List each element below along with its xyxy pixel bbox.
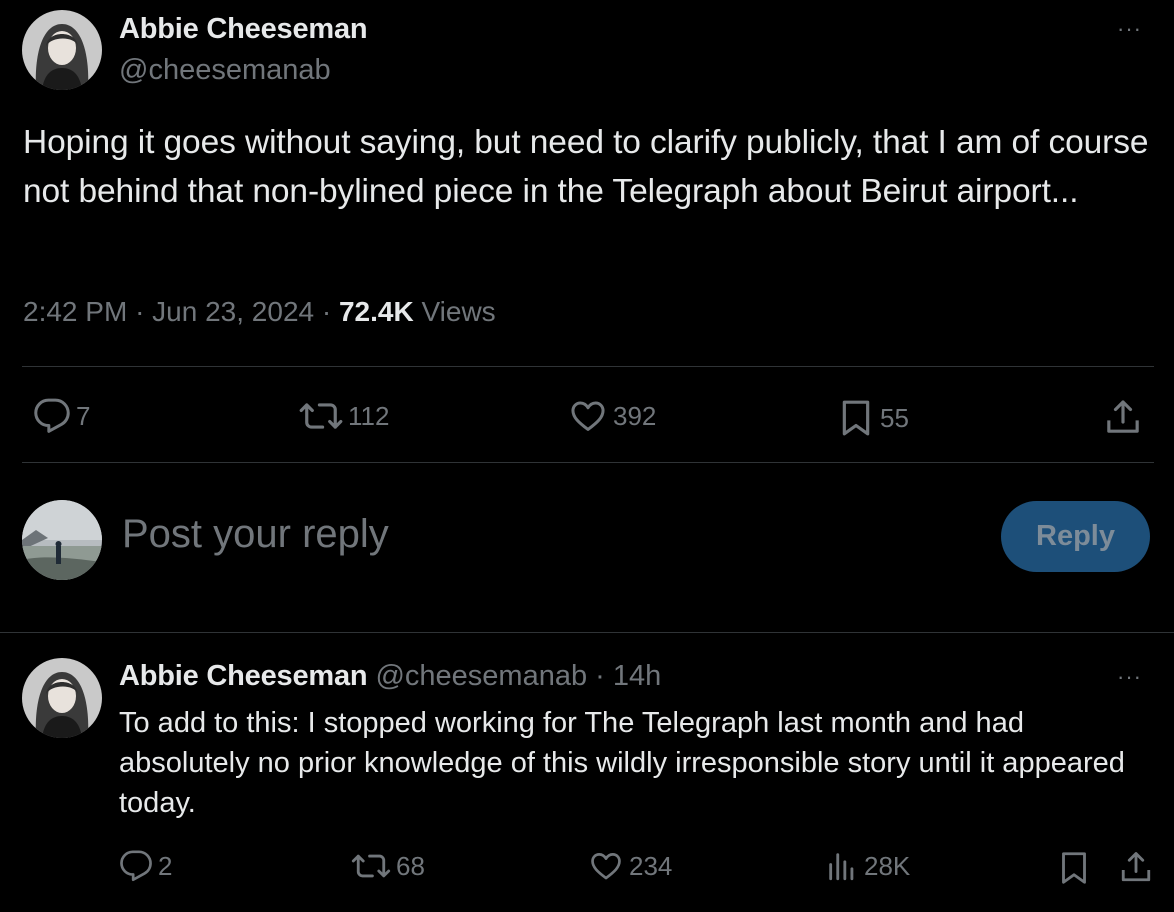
views-label: Views (421, 296, 496, 327)
share-upload-icon (1107, 400, 1139, 433)
bookmark-count: 55 (880, 402, 909, 433)
reply-author-name[interactable]: Abbie Cheeseman (119, 660, 368, 692)
reply-share-button[interactable] (1118, 849, 1154, 885)
reply-count: 7 (76, 400, 91, 431)
author-avatar[interactable] (22, 10, 102, 90)
share-button[interactable] (1103, 397, 1143, 437)
divider (22, 366, 1154, 367)
tweet-date[interactable]: Jun 23, 2024 (152, 296, 314, 327)
reply-repost-button[interactable]: 68 (350, 849, 425, 883)
reply-reply-button[interactable]: 2 (118, 849, 172, 883)
reply-button[interactable]: 7 (32, 397, 90, 435)
meta-separator: · (135, 296, 145, 327)
user-avatar[interactable] (22, 500, 102, 580)
bookmark-button[interactable]: 55 (836, 397, 909, 439)
more-dots-icon[interactable]: ··· (1117, 16, 1142, 42)
reply-submit-button[interactable]: Reply (1001, 501, 1150, 572)
divider (0, 632, 1174, 633)
reply-header: Abbie Cheeseman @cheesemanab · 14h (119, 660, 661, 693)
repost-button[interactable]: 112 (298, 397, 389, 435)
reply-tweet-text: To add to this: I stopped working for Th… (119, 707, 1125, 819)
reply-repost-count: 68 (396, 850, 425, 881)
tweet-text: Hoping it goes without saying, but need … (23, 124, 1149, 210)
reply-bookmark-button[interactable] (1056, 849, 1092, 887)
reply-separator: · (595, 660, 605, 692)
like-count: 392 (613, 400, 657, 431)
views-count: 72.4K (338, 296, 414, 327)
author-name[interactable]: Abbie Cheeseman (119, 13, 368, 46)
share-upload-icon (1121, 852, 1151, 882)
reply-like-button[interactable]: 234 (587, 849, 672, 883)
reply-author-avatar[interactable] (22, 658, 102, 738)
bookmark-icon (842, 400, 870, 436)
like-button[interactable]: 392 (567, 397, 656, 435)
reply-age[interactable]: 14h (613, 660, 661, 692)
tweet-time[interactable]: 2:42 PM (23, 296, 127, 327)
bookmark-icon (1062, 852, 1086, 884)
reply-reply-count: 2 (158, 850, 173, 881)
more-dots-icon[interactable]: ··· (1117, 664, 1142, 690)
reply-like-count: 234 (629, 850, 673, 881)
reply-author-handle[interactable]: @cheesemanab (375, 660, 587, 692)
reply-views-button[interactable]: 28K (824, 849, 910, 883)
author-handle[interactable]: @cheesemanab (119, 54, 331, 87)
reply-bubble-icon (34, 398, 70, 433)
views-bars-icon (829, 853, 854, 881)
reply-bubble-icon (120, 850, 152, 882)
reply-input[interactable]: Post your reply (122, 512, 389, 557)
repost-arrows-icon (299, 403, 343, 429)
heart-icon (571, 401, 605, 431)
meta-separator: · (321, 296, 332, 327)
divider (22, 462, 1154, 463)
reply-views-count: 28K (864, 850, 911, 881)
tweet-meta: 2:42 PM · Jun 23, 2024 · 72.4K Views (23, 296, 496, 328)
repost-count: 112 (348, 400, 390, 431)
repost-arrows-icon (351, 854, 391, 878)
heart-icon (591, 853, 621, 880)
